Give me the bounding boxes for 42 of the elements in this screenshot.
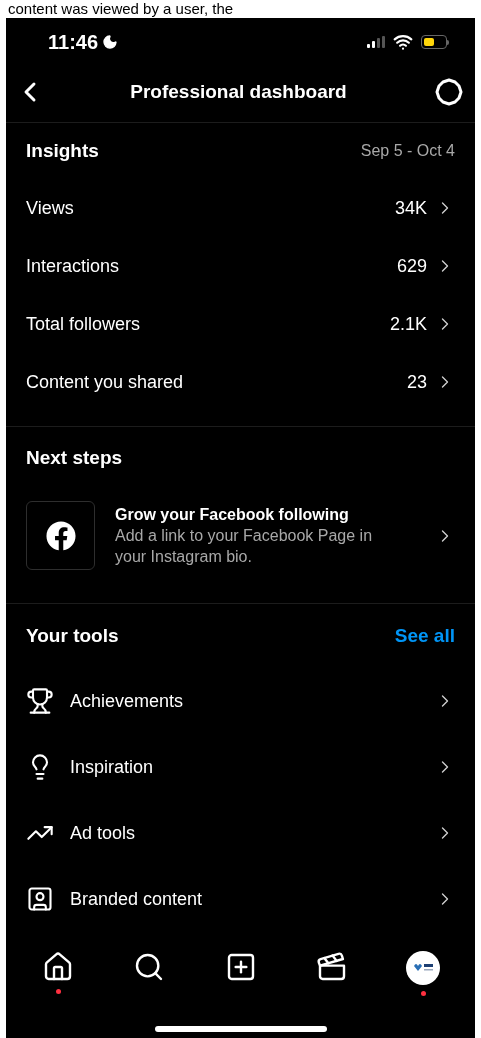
moon-icon (102, 34, 119, 50)
tool-row[interactable]: Achievements (26, 668, 455, 734)
insight-row[interactable]: Interactions 629 (26, 237, 455, 295)
tool-label: Ad tools (70, 821, 136, 845)
screen-title: Professional dashboard (130, 79, 347, 104)
section-title: Insights (26, 138, 99, 163)
trophy-icon (26, 687, 54, 715)
insight-value: 34K (394, 196, 427, 220)
insight-label: Content you shared (26, 370, 184, 394)
tool-label: Inspiration (70, 755, 154, 779)
insight-row[interactable]: Content you shared 23 (26, 353, 455, 411)
suggestion-card[interactable]: Grow your Facebook following Add a link to your Facebook Page in your Instagram bio. (26, 501, 455, 570)
settings-icon (435, 78, 463, 106)
clapperboard-icon[interactable] (315, 951, 348, 983)
tool-label: Branded content (70, 887, 203, 911)
home-icon[interactable] (42, 951, 74, 983)
insight-row[interactable]: Total followers 2.1K (26, 295, 455, 353)
document-text: content was viewed by a user, the (7, 0, 235, 18)
wifi-icon (393, 32, 413, 52)
section-title: Your tools (26, 623, 119, 648)
tool-row[interactable]: Inspiration (26, 734, 455, 800)
insight-label: Views (26, 196, 74, 220)
tool-row[interactable]: Ad tools (26, 800, 455, 866)
insight-label: Interactions (26, 254, 120, 278)
insight-label: Total followers (26, 312, 141, 336)
battery-icon (421, 35, 449, 49)
clock-time: 11:46 (48, 30, 99, 55)
insight-value: 23 (406, 370, 427, 394)
profile-avatar[interactable] (406, 951, 440, 985)
see-all-link[interactable]: See all (394, 621, 455, 651)
card-title: Grow your Facebook following (115, 505, 350, 525)
date-range: Sep 5 - Oct 4 (360, 141, 455, 161)
tool-row[interactable]: Branded content (26, 866, 455, 932)
insight-value: 629 (396, 254, 427, 278)
card-description: Add a link to your Facebook Page in your Instagram bio. (115, 526, 374, 567)
facebook-icon (45, 520, 76, 551)
section-title: Next steps (26, 445, 123, 470)
tool-label: Achievements (70, 689, 184, 713)
person-frame-icon (26, 885, 54, 913)
insight-row[interactable]: Views 34K (26, 179, 455, 237)
insight-value: 2.1K (389, 312, 427, 336)
signal-icon (367, 36, 385, 48)
